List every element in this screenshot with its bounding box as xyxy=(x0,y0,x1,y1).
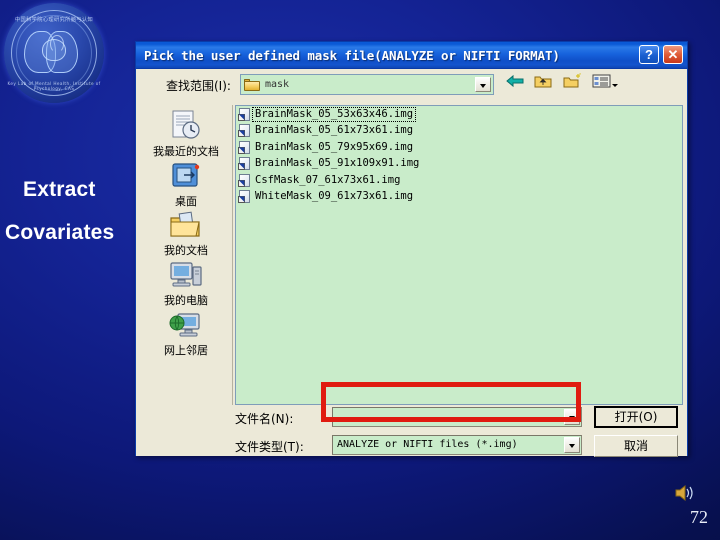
open-button[interactable]: 打开(O) xyxy=(594,406,678,428)
folder-icon xyxy=(244,78,260,91)
img-file-icon: ◥ xyxy=(238,157,251,171)
img-file-icon: ◥ xyxy=(238,107,251,121)
img-file-icon: ◥ xyxy=(238,124,251,138)
institution-logo: 中国科学院心理研究所脑与认知 Key Lab of Mental Health,… xyxy=(4,3,104,103)
dialog-toolbar xyxy=(505,73,618,92)
file-name: BrainMask_05_53x63x46.img xyxy=(251,106,417,122)
file-name: BrainMask_05_61x73x61.img xyxy=(255,124,414,137)
cancel-button[interactable]: 取消 xyxy=(594,435,678,457)
place-my-computer[interactable]: 我的电脑 xyxy=(140,256,232,308)
file-name: WhiteMask_09_61x73x61.img xyxy=(255,190,414,203)
desktop-icon xyxy=(140,157,232,191)
filetype-dropdown-button[interactable] xyxy=(564,437,580,453)
back-arrow-icon[interactable] xyxy=(505,73,525,92)
my-computer-icon xyxy=(140,256,232,290)
filetype-value: ANALYZE or NIFTI files (*.img) xyxy=(337,439,518,450)
file-list-item[interactable]: ◥ BrainMask_05_61x73x61.img xyxy=(236,123,682,140)
up-folder-icon[interactable] xyxy=(534,73,554,92)
file-open-dialog: Pick the user defined mask file(ANALYZE … xyxy=(135,41,688,457)
logo-text-bottom: Key Lab of Mental Health, Institute of P… xyxy=(7,81,101,91)
my-documents-icon xyxy=(140,206,232,240)
recent-documents-icon xyxy=(140,107,232,141)
look-in-dropdown-button[interactable] xyxy=(475,77,491,92)
slide-headline-line1: Extract xyxy=(23,178,96,201)
slide-canvas: 中国科学院心理研究所脑与认知 Key Lab of Mental Health,… xyxy=(0,0,720,540)
dialog-form-area: 文件名(N): 文件类型(T): ANALYZE or NIFTI files … xyxy=(136,404,687,457)
place-desktop[interactable]: 桌面 xyxy=(140,157,232,209)
slide-headline-line2: Covariates xyxy=(5,221,115,244)
logo-text-top: 中国科学院心理研究所脑与认知 xyxy=(14,17,94,23)
chevron-down-icon xyxy=(612,84,618,87)
dialog-title: Pick the user defined mask file(ANALYZE … xyxy=(144,47,560,63)
logo-arc-shape xyxy=(50,35,64,53)
speaker-icon xyxy=(674,483,698,503)
file-list-item[interactable]: ◥ BrainMask_05_79x95x69.img xyxy=(236,139,682,156)
file-name: BrainMask_05_79x95x69.img xyxy=(255,140,414,153)
place-my-documents[interactable]: 我的文档 xyxy=(140,206,232,258)
file-list-item[interactable]: ◥ CsfMask_07_61x73x61.img xyxy=(236,172,682,189)
chevron-down-icon xyxy=(569,444,575,448)
new-folder-icon[interactable] xyxy=(563,73,583,92)
logo-heads-icon xyxy=(24,29,84,77)
filename-dropdown-button[interactable] xyxy=(564,409,580,425)
chevron-down-icon xyxy=(569,416,575,420)
help-button[interactable]: ? xyxy=(639,45,659,64)
filename-label: 文件名(N): xyxy=(235,412,294,426)
filetype-select[interactable]: ANALYZE or NIFTI files (*.img) xyxy=(332,435,582,455)
file-list-item[interactable]: ◥ BrainMask_05_91x109x91.img xyxy=(236,156,682,173)
place-label: 网上邻居 xyxy=(164,344,208,357)
look-in-value: mask xyxy=(265,79,290,90)
network-places-icon xyxy=(140,306,232,340)
file-list-item[interactable]: ◥ WhiteMask_09_61x73x61.img xyxy=(236,189,682,206)
look-in-label: 查找范围(I): xyxy=(166,79,231,93)
img-file-icon: ◥ xyxy=(238,190,251,204)
dialog-titlebar[interactable]: Pick the user defined mask file(ANALYZE … xyxy=(136,42,687,69)
place-network[interactable]: 网上邻居 xyxy=(140,306,232,358)
filetype-label: 文件类型(T): xyxy=(235,440,304,454)
views-list-icon[interactable] xyxy=(592,73,618,92)
look-in-combobox[interactable]: mask xyxy=(240,74,494,95)
page-number: 72 xyxy=(690,507,708,527)
img-file-icon: ◥ xyxy=(238,140,251,154)
place-recent-documents[interactable]: 我最近的文档 xyxy=(140,107,232,159)
file-list[interactable]: ◥ BrainMask_05_53x63x46.img ◥ BrainMask_05_… xyxy=(235,105,683,405)
file-list-item[interactable]: ◥ BrainMask_05_53x63x46.img xyxy=(236,106,682,123)
file-name: CsfMask_07_61x73x61.img xyxy=(255,173,401,186)
dialog-body: 查找范围(I): mask 我最近的文档 桌面 我的文档 我的电脑 网上邻居 ◥… xyxy=(136,69,687,457)
file-name: BrainMask_05_91x109x91.img xyxy=(255,157,420,170)
close-button[interactable]: ✕ xyxy=(663,45,683,64)
chevron-down-icon xyxy=(480,83,486,88)
img-file-icon: ◥ xyxy=(238,173,251,187)
look-in-row: 查找范围(I): mask xyxy=(136,69,687,103)
filename-input[interactable] xyxy=(332,407,582,427)
places-bar: 我最近的文档 桌面 我的文档 我的电脑 网上邻居 xyxy=(140,105,233,405)
